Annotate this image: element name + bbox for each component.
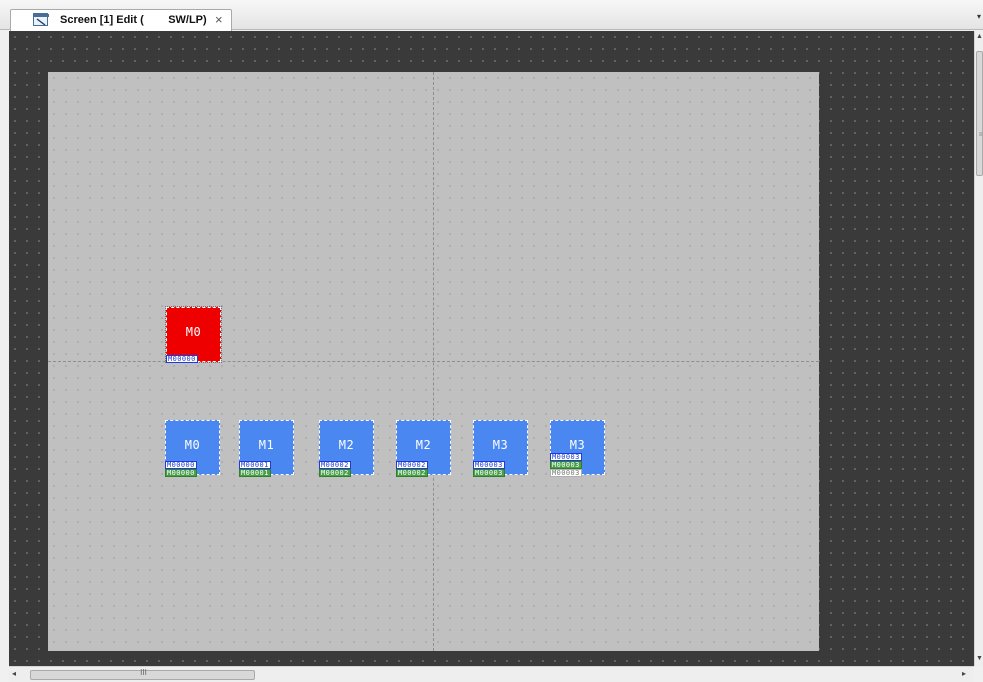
screen-canvas[interactable]: M0 M00000 M0 M00000 M00000 M1 M00001 M00… bbox=[48, 72, 819, 651]
switch-object-3[interactable]: M2 M00002 M00002 bbox=[319, 420, 374, 477]
switch-label: M3 bbox=[569, 437, 586, 452]
vertical-scrollbar[interactable]: ▲ ≡ ▼ bbox=[974, 31, 983, 666]
scroll-up-icon[interactable]: ▲ bbox=[976, 33, 983, 40]
scroll-left-icon[interactable]: ◂ bbox=[12, 669, 16, 678]
switch-object-1[interactable]: M0 M00000 M00000 bbox=[165, 420, 220, 477]
horizontal-scrollbar[interactable]: ◂ III ▸ bbox=[9, 666, 974, 682]
tab-title: Screen [1] Edit ( SW/LP) bbox=[60, 14, 207, 26]
close-icon[interactable]: × bbox=[215, 12, 223, 27]
device-tag: M00000 bbox=[165, 461, 197, 469]
left-margin bbox=[0, 31, 9, 682]
device-tag: M00002 bbox=[319, 461, 351, 469]
device-tag: M00002 bbox=[396, 469, 428, 477]
lamp-object-m0[interactable]: M0 M00000 bbox=[165, 306, 222, 363]
switch-label: M0 bbox=[184, 437, 201, 452]
scroll-grip-icon: ≡ bbox=[978, 132, 983, 138]
horizontal-scroll-thumb[interactable]: III bbox=[30, 668, 255, 680]
vertical-scroll-thumb[interactable]: ≡ bbox=[976, 51, 983, 176]
lamp-label: M0 bbox=[185, 324, 202, 339]
tab-menu-arrow-icon[interactable]: ▾ bbox=[977, 12, 981, 21]
switch-object-2[interactable]: M1 M00001 M00001 bbox=[239, 420, 294, 477]
device-tag: M00000 bbox=[166, 355, 198, 363]
device-tag: M00000 bbox=[165, 469, 197, 477]
switch-object-4[interactable]: M2 M00002 M00002 bbox=[396, 420, 451, 477]
screen-edit-icon bbox=[33, 13, 49, 26]
horizontal-center-guide bbox=[48, 361, 819, 362]
switch-object-6[interactable]: M3 M00003 M00003 M00003 bbox=[550, 420, 605, 477]
device-tag: M00003 bbox=[550, 469, 582, 477]
device-tag: M00001 bbox=[239, 469, 271, 477]
screen-editor-workspace[interactable]: M0 M00000 M0 M00000 M00000 M1 M00001 M00… bbox=[9, 31, 974, 666]
device-tag: M00001 bbox=[239, 461, 271, 469]
device-tag: M00003 bbox=[550, 453, 582, 461]
scroll-grip-icon: III bbox=[140, 668, 147, 677]
device-tag: M00002 bbox=[396, 461, 428, 469]
switch-label: M2 bbox=[415, 437, 432, 452]
device-tag: M00002 bbox=[319, 469, 351, 477]
switch-label: M2 bbox=[338, 437, 355, 452]
scroll-down-icon[interactable]: ▼ bbox=[976, 655, 983, 662]
device-tag: M00003 bbox=[473, 469, 505, 477]
device-tag: M00003 bbox=[473, 461, 505, 469]
tab-screen-1-edit[interactable]: Screen [1] Edit ( SW/LP) × bbox=[10, 9, 232, 31]
device-tag: M00003 bbox=[550, 461, 582, 469]
scroll-right-icon[interactable]: ▸ bbox=[962, 669, 966, 678]
switch-object-5[interactable]: M3 M00003 M00003 bbox=[473, 420, 528, 477]
switch-label: M3 bbox=[492, 437, 509, 452]
switch-label: M1 bbox=[258, 437, 275, 452]
document-tab-bar: Screen [1] Edit ( SW/LP) × ▾ bbox=[0, 0, 983, 31]
